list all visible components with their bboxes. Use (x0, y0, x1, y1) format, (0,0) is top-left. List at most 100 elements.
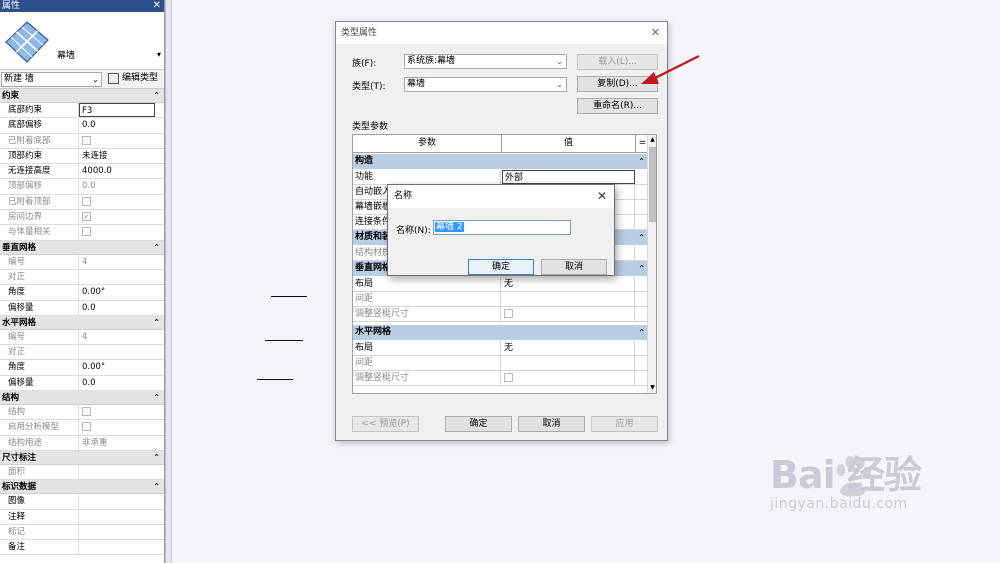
col-param-header[interactable]: 参数 (353, 135, 502, 153)
property-value[interactable] (80, 540, 164, 554)
property-value[interactable] (80, 465, 164, 479)
collapse-icon[interactable]: ⌃ (153, 316, 160, 330)
apply-button[interactable]: 应用 (591, 416, 658, 432)
close-icon[interactable]: ✕ (651, 22, 660, 44)
property-row[interactable]: 结构 (0, 405, 164, 421)
property-row[interactable]: 对正 (0, 269, 164, 286)
property-row[interactable]: 角度 0.00° (0, 285, 164, 301)
edit-type-button[interactable]: 编辑类型 (106, 72, 158, 87)
scroll-thumb[interactable] (649, 147, 656, 222)
property-value[interactable]: 未连接 (80, 149, 164, 163)
property-value[interactable]: ✓ (80, 210, 164, 224)
property-row[interactable]: 底部偏移 0.0 (0, 118, 164, 134)
property-row[interactable]: 备注 (0, 540, 164, 556)
property-value[interactable] (80, 525, 164, 539)
property-value[interactable] (80, 225, 164, 239)
grid-section-header[interactable]: 构造 ⌃ (353, 154, 649, 169)
checkbox[interactable] (82, 135, 91, 145)
checkbox[interactable]: ✓ (82, 212, 91, 222)
property-value[interactable]: 非承重 (80, 436, 164, 450)
property-value[interactable]: 0.0 (80, 376, 164, 390)
grid-row[interactable]: 功能 外部 (353, 170, 649, 185)
param-value[interactable] (502, 292, 635, 306)
family-select[interactable]: 系统族:幕墙 ⌄ (404, 54, 567, 69)
collapse-icon[interactable]: ⌃ (153, 241, 160, 255)
checkbox[interactable] (82, 407, 91, 417)
palette-section-header[interactable]: 水平网格 ⌃ (0, 315, 164, 330)
param-value[interactable]: 无 (502, 341, 635, 355)
property-row[interactable]: 结构用途 非承重 (0, 435, 164, 451)
property-value[interactable] (80, 134, 164, 148)
palette-section-header[interactable]: 尺寸标注 ⌃ (0, 450, 164, 465)
property-row[interactable]: 顶部约束 未连接 (0, 148, 164, 165)
property-value[interactable] (80, 494, 164, 508)
collapse-icon[interactable]: ⌃ (153, 480, 160, 494)
property-value[interactable]: 4 (80, 330, 164, 344)
name-cancel-button[interactable]: 取消 (541, 259, 607, 275)
grid-row[interactable]: 调整竖梃尺寸 (353, 371, 649, 386)
property-value[interactable] (80, 405, 164, 419)
grid-row[interactable]: 间距 (353, 292, 649, 307)
collapse-icon[interactable]: ⌃ (153, 391, 160, 405)
palette-section-header[interactable]: 标识数据 ⌃ (0, 480, 164, 495)
property-row[interactable]: 已附着顶部 (0, 194, 164, 211)
property-row[interactable]: 偏移量 0.0 (0, 300, 164, 316)
property-value[interactable]: 4000.0 (80, 164, 164, 178)
property-row[interactable]: 面积 (0, 464, 164, 481)
close-icon[interactable]: ✕ (597, 185, 607, 208)
property-value[interactable]: 0.0 (80, 179, 164, 193)
checkbox[interactable] (82, 422, 91, 432)
ok-button[interactable]: 确定 (445, 416, 512, 432)
palette-section-header[interactable]: 约束 ⌃ (0, 89, 164, 103)
checkbox[interactable] (504, 309, 513, 318)
property-row[interactable]: 注释 (0, 509, 164, 525)
collapse-icon[interactable]: ⌃ (638, 261, 645, 276)
property-value[interactable] (80, 510, 164, 524)
property-value[interactable]: 4 (80, 255, 164, 269)
grid-row[interactable]: 间距 (353, 356, 649, 371)
property-row[interactable]: 底部约束 F3 (0, 103, 164, 119)
param-value[interactable]: 外部 (502, 170, 635, 184)
palette-splitter[interactable] (165, 0, 172, 563)
param-value[interactable] (502, 307, 635, 321)
property-row[interactable]: 图像 (0, 494, 164, 510)
collapse-icon[interactable]: ⌃ (638, 154, 645, 169)
collapse-icon[interactable]: ⌃ (638, 325, 645, 340)
name-ok-button[interactable]: 确定 (468, 259, 534, 275)
type-select[interactable]: 幕墙 ⌄ (404, 77, 567, 92)
property-value[interactable]: 0.0 (80, 301, 164, 315)
property-value[interactable]: 0.00° (80, 360, 164, 374)
scroll-up-icon[interactable]: ▲ (648, 135, 656, 145)
palette-section-header[interactable]: 垂直网格 ⌃ (0, 240, 164, 255)
param-value[interactable] (502, 371, 635, 385)
property-row[interactable]: 房间边界 ✓ (0, 210, 164, 226)
property-row[interactable]: 对正 (0, 345, 164, 361)
palette-section-header[interactable]: 结构 ⌃ (0, 391, 164, 406)
property-row[interactable]: 启用分析模型 (0, 420, 164, 436)
rename-button[interactable]: 重命名(R)... (577, 98, 658, 114)
type-selector[interactable]: 幕墙 ▾ (0, 12, 164, 70)
grid-row[interactable]: 布局无 (353, 341, 649, 356)
close-icon[interactable]: ✕ (153, 0, 161, 12)
property-row[interactable]: 标记 (0, 524, 164, 541)
load-button[interactable]: 载入(L)... (577, 54, 658, 70)
property-row[interactable]: 编号 4 (0, 329, 164, 346)
grid-section-header[interactable]: 水平网格 ⌃ (353, 325, 649, 340)
property-row[interactable]: 与体量相关 (0, 225, 164, 241)
grid-scrollbar[interactable]: ▲ ▼ (647, 135, 656, 393)
grid-row[interactable]: 调整竖梃尺寸 (353, 307, 649, 322)
param-value[interactable]: 无 (502, 277, 635, 291)
checkbox[interactable] (504, 373, 513, 382)
scroll-down-icon[interactable]: ▼ (648, 383, 656, 393)
property-row[interactable]: 偏移量 0.0 (0, 375, 164, 392)
property-value[interactable] (80, 270, 164, 284)
col-value-header[interactable]: 值 (502, 135, 636, 153)
property-row[interactable]: 角度 0.00° (0, 360, 164, 376)
checkbox[interactable] (82, 227, 91, 237)
collapse-icon[interactable]: ⌃ (153, 89, 160, 103)
param-value[interactable] (502, 356, 635, 370)
grid-row[interactable]: 布局无 (353, 277, 649, 292)
cancel-button[interactable]: 取消 (518, 416, 585, 432)
property-value[interactable] (80, 195, 164, 209)
property-row[interactable]: 顶部偏移 0.0 (0, 179, 164, 195)
